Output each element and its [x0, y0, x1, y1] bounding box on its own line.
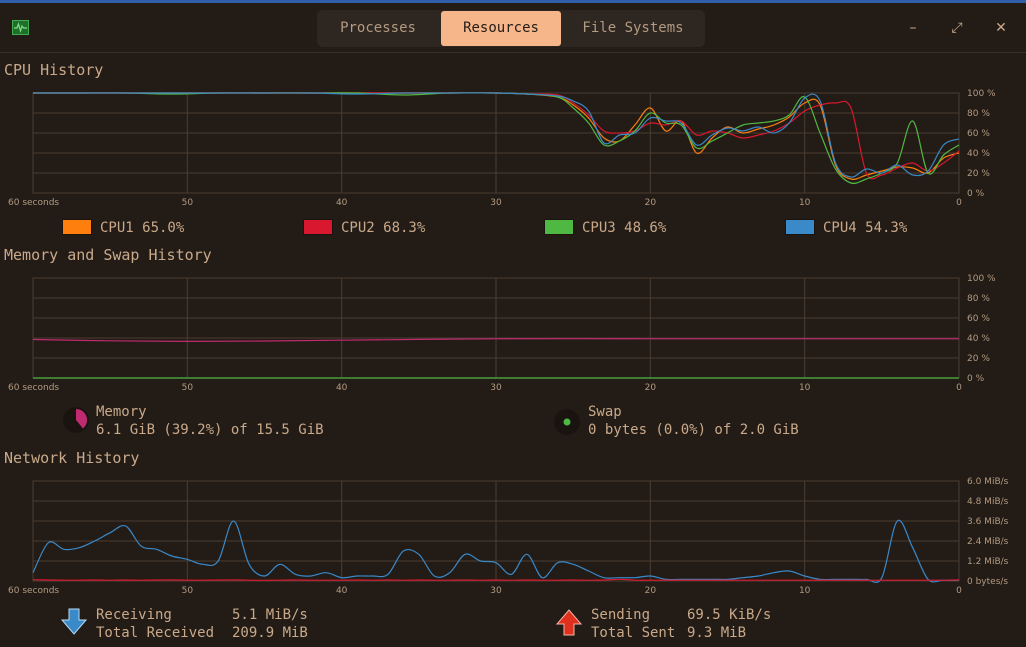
- receiving-value: 5.1 MiB/s: [232, 607, 308, 623]
- minimize-button[interactable]: –: [902, 17, 924, 39]
- memory-value: 6.1 GiB (39.2%) of 15.5 GiB: [96, 422, 324, 438]
- memory-section-title: Memory and Swap History: [4, 246, 212, 264]
- cpu1-color-swatch[interactable]: [62, 219, 92, 235]
- x-tick-label: 40: [336, 586, 348, 596]
- cpu4-legend-label: CPU4 54.3%: [823, 220, 908, 236]
- y-tick-label: 0 %: [967, 189, 985, 199]
- y-tick-label: 1.2 MiB/s: [967, 557, 1009, 567]
- header-bar: Processes Resources File Systems – ⤢ ✕: [0, 3, 1026, 53]
- cpu1-legend-label: CPU1 65.0%: [100, 220, 185, 236]
- x-tick-label: 50: [182, 586, 194, 596]
- cpu3-color-swatch[interactable]: [544, 219, 574, 235]
- y-tick-label: 6.0 MiB/s: [967, 477, 1009, 487]
- swap-pie-icon[interactable]: [553, 408, 581, 436]
- x-tick-label: 10: [799, 198, 811, 208]
- tab-resources[interactable]: Resources: [441, 11, 561, 46]
- sending-value: 69.5 KiB/s: [687, 607, 772, 623]
- memory-swap-history-graph: 60 seconds 50 40 30 20 10 0 100 % 80 % 60 % 40 % 20…: [8, 274, 996, 393]
- memory-pie-icon[interactable]: [62, 406, 90, 434]
- x-tick-label: 30: [490, 198, 502, 208]
- y-tick-label: 100 %: [967, 89, 996, 99]
- y-tick-label: 80 %: [967, 109, 990, 119]
- x-tick-label: 50: [182, 198, 194, 208]
- x-tick-label: 40: [336, 198, 348, 208]
- tab-processes[interactable]: Processes: [317, 10, 439, 47]
- network-section-title: Network History: [4, 449, 140, 467]
- x-tick-label: 30: [490, 383, 502, 393]
- series-line-cpu4: [33, 92, 960, 178]
- memory-label: Memory: [96, 404, 147, 420]
- swap-value: 0 bytes (0.0%) of 2.0 GiB: [588, 422, 799, 438]
- series-line-memory: [32, 338, 959, 342]
- x-tick-label: 60 seconds: [8, 586, 59, 596]
- close-button[interactable]: ✕: [990, 17, 1012, 39]
- sending-arrow-icon[interactable]: [555, 608, 583, 636]
- y-tick-label: 20 %: [967, 169, 990, 179]
- cpu2-legend-label: CPU2 68.3%: [341, 220, 426, 236]
- sending-label: Sending: [591, 607, 651, 623]
- y-tick-label: 100 %: [967, 274, 996, 284]
- series-line-cpu3: [33, 92, 960, 184]
- x-tick-label: 30: [490, 586, 502, 596]
- x-tick-label: 10: [799, 383, 811, 393]
- x-tick-label: 0: [956, 198, 962, 208]
- x-tick-label: 0: [956, 586, 962, 596]
- x-tick-label: 20: [645, 383, 657, 393]
- x-tick-label: 20: [645, 586, 657, 596]
- series-line-receiving: [32, 519, 960, 584]
- series-line-sending: [32, 578, 960, 581]
- system-monitor-app-icon: [12, 20, 29, 35]
- x-tick-label: 0: [956, 383, 962, 393]
- y-tick-label: 0 bytes/s: [967, 577, 1008, 587]
- x-tick-label: 10: [799, 586, 811, 596]
- cpu3-legend-label: CPU3 48.6%: [582, 220, 667, 236]
- y-tick-label: 3.6 MiB/s: [967, 517, 1009, 527]
- y-tick-label: 4.8 MiB/s: [967, 497, 1009, 507]
- view-tabs: Processes Resources File Systems: [317, 10, 705, 47]
- y-tick-label: 60 %: [967, 314, 990, 324]
- graph-frame: [32, 277, 960, 379]
- cpu-section-title: CPU History: [4, 61, 104, 79]
- cpu2-color-swatch[interactable]: [303, 219, 333, 235]
- series-line-cpu2: [33, 92, 960, 180]
- graph-frame: [32, 92, 960, 194]
- series-line-cpu1: [33, 92, 960, 180]
- graph-frame: [32, 480, 960, 582]
- total-received-label: Total Received: [96, 625, 215, 641]
- y-tick-label: 60 %: [967, 129, 990, 139]
- x-tick-label: 50: [182, 383, 194, 393]
- total-sent-label: Total Sent: [591, 625, 676, 641]
- x-tick-label: 20: [645, 198, 657, 208]
- y-tick-label: 20 %: [967, 354, 990, 364]
- receiving-arrow-icon[interactable]: [60, 608, 88, 636]
- total-sent-value: 9.3 MiB: [687, 625, 747, 641]
- y-tick-label: 40 %: [967, 149, 990, 159]
- tab-file-systems[interactable]: File Systems: [563, 10, 703, 47]
- total-received-value: 209.9 MiB: [232, 625, 308, 641]
- swap-label: Swap: [588, 404, 622, 420]
- y-tick-label: 2.4 MiB/s: [967, 537, 1009, 547]
- cpu4-color-swatch[interactable]: [785, 219, 815, 235]
- maximize-button[interactable]: ⤢: [946, 17, 968, 39]
- x-tick-label: 40: [336, 383, 348, 393]
- x-tick-label: 60 seconds: [8, 198, 59, 208]
- receiving-label: Receiving: [96, 607, 172, 623]
- y-tick-label: 0 %: [967, 374, 985, 384]
- y-tick-label: 80 %: [967, 294, 990, 304]
- cpu-history-graph: 60 seconds 50 40 30 20 10 0 100 % 80 % 60 % 40 % 20…: [8, 89, 996, 208]
- x-tick-label: 60 seconds: [8, 383, 59, 393]
- network-history-graph: 60 seconds 50 40 30 20 10 0 6.0 MiB/s 4.8 MiB/s 3…: [8, 477, 1009, 596]
- y-tick-label: 40 %: [967, 334, 990, 344]
